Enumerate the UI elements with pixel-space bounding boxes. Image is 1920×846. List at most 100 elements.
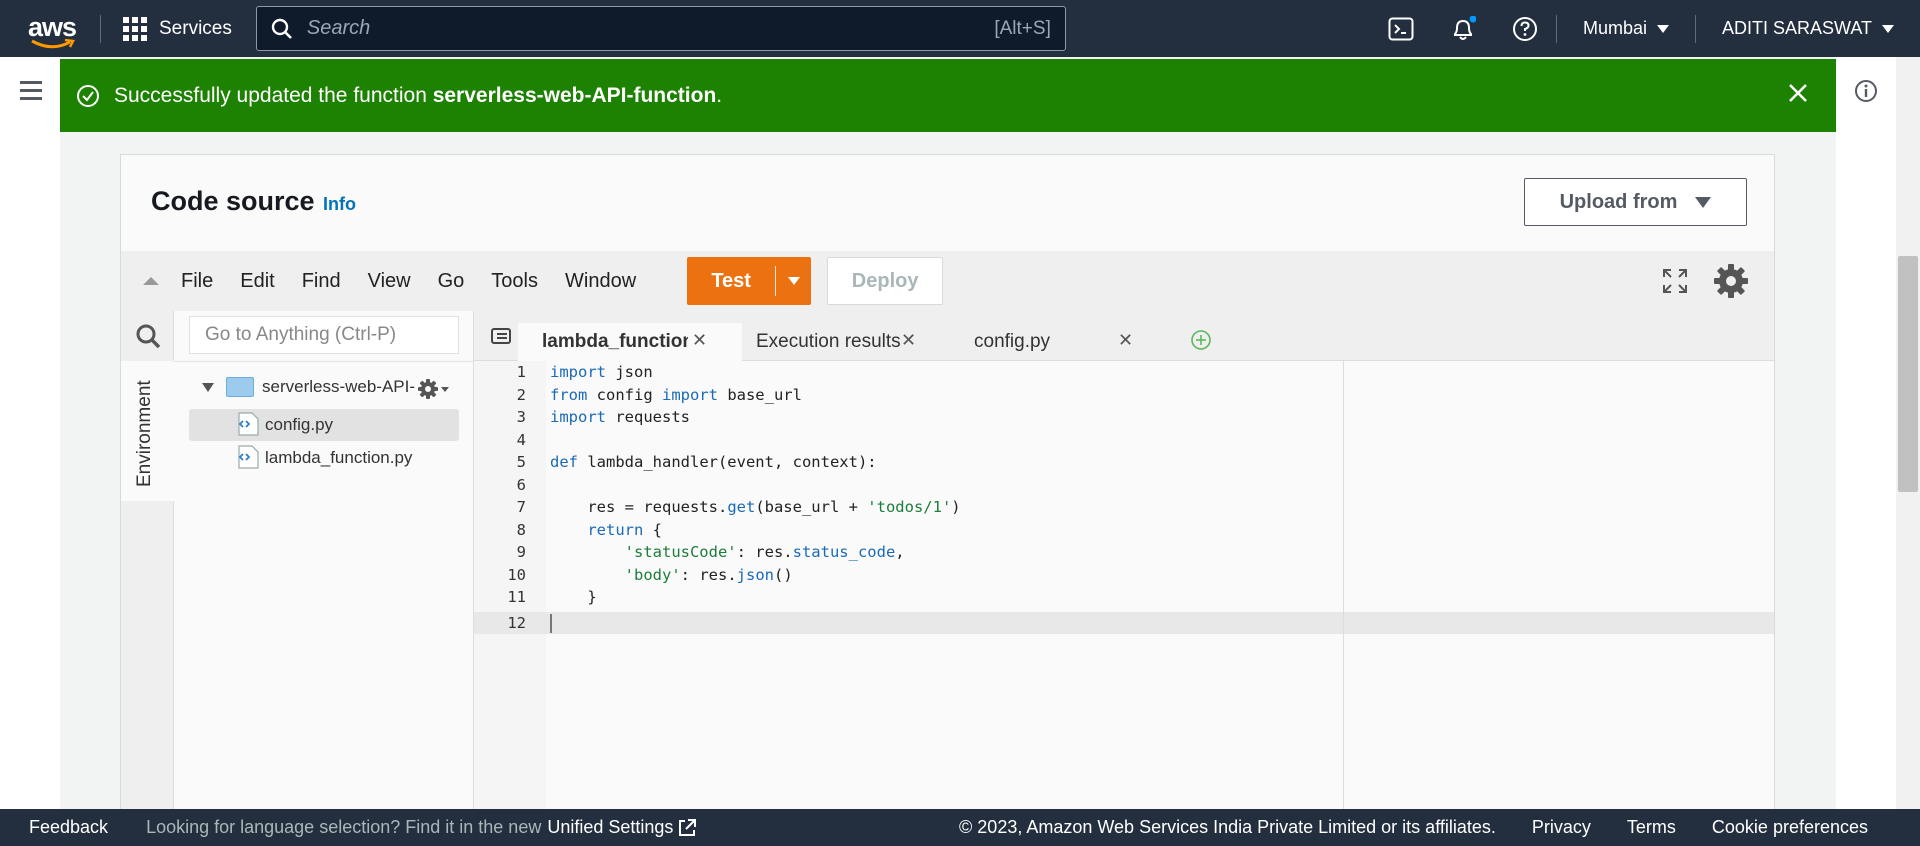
scrollbar-thumb[interactable] (1898, 256, 1918, 492)
tab-label: Execution results (756, 331, 901, 352)
environment-sidebar: Environment (121, 311, 174, 809)
file-item-config[interactable]: config.py (189, 409, 459, 441)
code-text: } (550, 588, 597, 607)
upload-from-label: Upload from (1559, 190, 1678, 213)
file-name: config.py (265, 415, 334, 434)
add-tab-icon[interactable] (1190, 329, 1212, 351)
environment-tab[interactable]: Environment (121, 361, 174, 501)
current-line-highlight (474, 612, 1774, 634)
fullscreen-icon[interactable] (1662, 268, 1688, 294)
bell-icon (1453, 15, 1476, 40)
account-menu[interactable]: ADITI SARASWAT (1696, 18, 1920, 39)
text-cursor (550, 614, 552, 633)
menu-go[interactable]: Go (438, 270, 465, 293)
unified-settings-link[interactable]: Unified Settings (547, 817, 697, 838)
cloudshell-button[interactable] (1370, 0, 1432, 57)
search-shortcut: [Alt+S] (994, 17, 1051, 39)
upload-from-button[interactable]: Upload from (1524, 178, 1747, 226)
close-tab-icon[interactable]: ✕ (901, 330, 916, 351)
settings-gear-icon[interactable] (1712, 262, 1750, 300)
cookie-preferences-link[interactable]: Cookie preferences (1712, 817, 1868, 838)
goto-anything-input[interactable]: Go to Anything (Ctrl-P) (189, 316, 459, 354)
services-grid-icon (123, 16, 147, 41)
notifications-button[interactable] (1432, 0, 1494, 57)
code-line: 5 def lambda_handler(event, context): (474, 451, 877, 474)
terms-link[interactable]: Terms (1627, 817, 1676, 838)
services-menu[interactable]: Services (123, 16, 232, 41)
ide-right-controls (1662, 262, 1750, 300)
file-item-lambda-function[interactable]: lambda_function.py (189, 442, 459, 474)
search-icon[interactable] (135, 323, 161, 349)
test-dropdown[interactable] (776, 277, 811, 285)
line-number: 12 (507, 614, 526, 633)
code-text: 'statusCode': res.status_code, (624, 543, 905, 562)
test-button[interactable]: Test (687, 257, 812, 305)
account-name: ADITI SARASWAT (1721, 18, 1872, 38)
tab-list-icon[interactable] (490, 326, 512, 346)
code-line: 4 (474, 429, 526, 452)
code-text: 'body': res.json() (624, 565, 793, 584)
folder-name: serverless-web-API- (262, 377, 416, 396)
code-text: return { (587, 520, 662, 539)
info-icon[interactable] (1854, 79, 1878, 103)
menu-icon[interactable] (20, 81, 42, 105)
collapse-icon[interactable] (143, 277, 159, 285)
expand-icon (202, 382, 214, 392)
code-line: 6 (474, 474, 526, 497)
panel-title: Code source (151, 186, 315, 216)
divider (174, 361, 474, 362)
line-number: 8 (516, 520, 526, 539)
menu-view[interactable]: View (368, 270, 411, 293)
tab-config[interactable]: config.py ✕ (934, 323, 1154, 361)
code-line: 2 from config import base_url (474, 384, 802, 407)
flash-message-suffix: . (716, 83, 723, 107)
deploy-button[interactable]: Deploy (827, 257, 944, 305)
line-number: 7 (516, 498, 526, 517)
caret-down-icon (441, 386, 449, 392)
menu-tools[interactable]: Tools (491, 270, 538, 293)
menu-window[interactable]: Window (565, 270, 636, 293)
line-number: 10 (507, 565, 526, 584)
code-line: 3 import requests (474, 406, 690, 429)
menu-file[interactable]: File (181, 270, 213, 293)
external-link-icon (679, 818, 697, 836)
line-number: 4 (516, 430, 526, 449)
help-button[interactable] (1494, 0, 1556, 57)
line-number: 11 (507, 588, 526, 607)
close-tab-icon[interactable]: ✕ (692, 330, 707, 351)
code-text: import requests (550, 408, 690, 427)
language-prompt: Looking for language selection? Find it … (146, 817, 542, 837)
unified-settings-label: Unified Settings (547, 817, 674, 837)
code-text: from config import base_url (550, 385, 802, 404)
tab-lambda-function[interactable]: lambda_function ✕ (518, 323, 742, 361)
caret-down-icon (1656, 24, 1669, 33)
gear-icon (418, 379, 438, 399)
folder-row[interactable]: serverless-web-API- (202, 377, 415, 397)
help-icon (1512, 16, 1537, 41)
tab-execution-results[interactable]: Execution results ✕ (734, 323, 942, 361)
line-number: 3 (516, 408, 526, 427)
code-line: 7 res = requests.get(base_url + 'todos/1… (474, 496, 961, 519)
menu-find[interactable]: Find (302, 270, 341, 293)
code-line: 8 return { (474, 519, 662, 542)
tab-label: lambda_function (542, 331, 688, 352)
close-icon[interactable] (1786, 81, 1810, 105)
code-editor[interactable]: 1 import json 2 from config import base_ur… (474, 361, 1774, 809)
feedback-link[interactable]: Feedback (29, 817, 108, 838)
aws-smile-icon (31, 38, 75, 48)
privacy-link[interactable]: Privacy (1532, 817, 1591, 838)
caret-down-icon (1882, 24, 1894, 33)
info-link[interactable]: Info (323, 194, 356, 215)
folder-settings-button[interactable] (417, 378, 449, 400)
search-bar[interactable]: Search [Alt+S] (255, 6, 1066, 51)
code-line: 9 'statusCode': res.status_code, (474, 541, 905, 564)
nav-divider (100, 14, 101, 43)
copyright: © 2023, Amazon Web Services India Privat… (959, 817, 1496, 837)
code-text: import json (550, 363, 653, 382)
region-selector[interactable]: Mumbai (1557, 18, 1695, 39)
top-navigation: aws Services Search [Alt+S] Mumbai ADITI… (0, 0, 1920, 57)
region-label: Mumbai (1582, 18, 1647, 38)
close-tab-icon[interactable]: ✕ (1118, 330, 1133, 351)
menu-edit[interactable]: Edit (240, 270, 274, 293)
aws-logo[interactable]: aws (26, 7, 78, 51)
